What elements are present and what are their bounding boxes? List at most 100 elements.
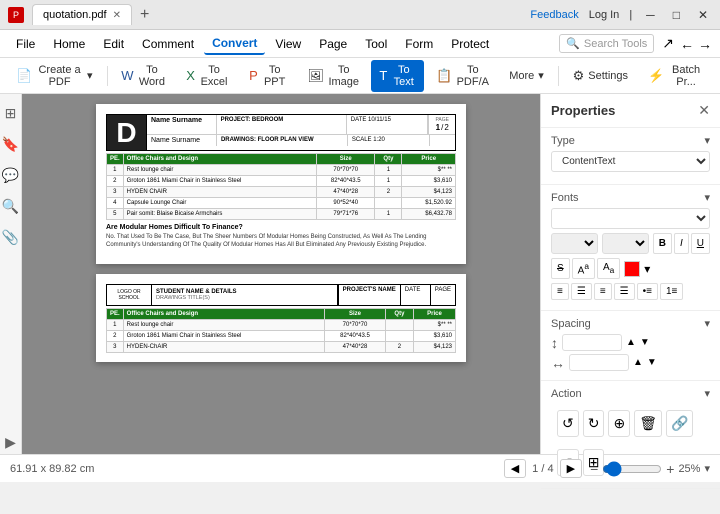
to-text-label: To Text: [391, 64, 416, 88]
line-spacing-row: ↕ ▲ ▼: [551, 334, 710, 351]
pdfa-icon: 📋: [436, 68, 452, 84]
menu-convert[interactable]: Convert: [204, 33, 265, 55]
char-spacing-down[interactable]: ▼: [647, 357, 657, 368]
color-row: ▾: [624, 258, 650, 279]
font-unit-select[interactable]: [602, 233, 649, 254]
type-section-header[interactable]: Type ▾: [551, 134, 710, 147]
align-center-button[interactable]: ☰: [571, 283, 592, 300]
search-tools[interactable]: 🔍 Search Tools: [559, 34, 654, 53]
row-price: $1,520.92: [402, 198, 456, 209]
type-select[interactable]: ContentText: [551, 151, 710, 172]
prev-page-button[interactable]: ◀: [504, 459, 526, 478]
to-text-button[interactable]: T To Text: [371, 60, 424, 92]
menu-protect[interactable]: Protect: [443, 34, 497, 54]
sidebar-attachment-icon[interactable]: 📎: [0, 226, 22, 249]
strikethrough-button[interactable]: S: [551, 258, 570, 279]
name2-cell: Name Surname: [147, 135, 217, 146]
back-icon[interactable]: ←: [680, 36, 694, 52]
table-row: 4 Capsule Lounge Chair 90*52*40 $1,520.9…: [107, 198, 456, 209]
to-pdfa-button[interactable]: 📋 To PDF/A: [428, 60, 497, 92]
list-number-button[interactable]: 1≡: [660, 283, 683, 300]
batch-process-button[interactable]: ⚡ Batch Pr...: [640, 60, 712, 92]
to-image-button[interactable]: 🖼 To Image: [300, 60, 368, 92]
sidebar-comment-icon[interactable]: 💬: [0, 164, 22, 187]
subscript-button[interactable]: Aa: [597, 258, 620, 279]
menu-page[interactable]: Page: [311, 34, 355, 54]
align-justify-button[interactable]: ☰: [614, 283, 635, 300]
menu-view[interactable]: View: [267, 34, 309, 54]
to-ppt-label: To PPT: [262, 64, 288, 88]
maximize-button[interactable]: □: [669, 8, 684, 22]
close-button[interactable]: ✕: [694, 8, 712, 22]
line-spacing-down[interactable]: ▼: [640, 337, 650, 348]
to-word-button[interactable]: W To Word: [113, 60, 174, 92]
zoom-slider[interactable]: [602, 461, 662, 477]
char-spacing-input[interactable]: [569, 354, 629, 371]
tab-close-button[interactable]: ✕: [113, 10, 121, 21]
document-tab[interactable]: quotation.pdf ✕: [32, 4, 132, 25]
menu-comment[interactable]: Comment: [134, 34, 202, 54]
char-spacing-up[interactable]: ▲: [633, 357, 643, 368]
sidebar-search-icon[interactable]: 🔍: [0, 195, 22, 218]
menu-file[interactable]: File: [8, 34, 43, 54]
login-link[interactable]: Log In: [589, 9, 620, 21]
row-price: $** **: [414, 319, 456, 330]
menu-form[interactable]: Form: [397, 34, 441, 54]
bold-button[interactable]: B: [653, 233, 672, 254]
action-undo-button[interactable]: ↺: [557, 410, 579, 437]
page2-table: PE. Office Chairs and Design Size Qty Pr…: [106, 308, 456, 353]
page-spacer: [430, 135, 455, 146]
to-ppt-button[interactable]: P To PPT: [241, 60, 295, 92]
left-sidebar: ⊞ 🔖 💬 🔍 📎 ▶: [0, 94, 22, 454]
underline-button[interactable]: U: [691, 233, 710, 254]
new-tab-button[interactable]: +: [140, 6, 149, 24]
forward-icon[interactable]: →: [698, 36, 712, 52]
italic-button[interactable]: I: [674, 233, 689, 254]
page-2: LOGO OR SCHOOL STUDENT NAME & DETAILS DR…: [96, 274, 466, 362]
align-right-button[interactable]: ≡: [594, 283, 612, 300]
menu-edit[interactable]: Edit: [95, 34, 132, 54]
to-word-label: To Word: [138, 64, 167, 88]
zoom-dropdown-icon[interactable]: ▾: [704, 462, 710, 475]
action-link-button[interactable]: 🔗: [666, 410, 693, 437]
to-excel-button[interactable]: X To Excel: [178, 60, 237, 92]
col-name-header: Office Chairs and Design: [123, 154, 316, 165]
zoom-minus-button[interactable]: −: [590, 461, 598, 477]
row-qty: [375, 198, 402, 209]
create-pdf-button[interactable]: 📄 Create a PDF ▾: [8, 60, 101, 92]
page2-date-label: DATE: [405, 287, 426, 293]
action-section-header[interactable]: Action ▾: [551, 387, 710, 400]
convert-toolbar: 📄 Create a PDF ▾ W To Word X To Excel P …: [0, 58, 720, 94]
panel-close-button[interactable]: ✕: [698, 102, 710, 119]
feedback-link[interactable]: Feedback: [530, 9, 578, 21]
spacing-section-header[interactable]: Spacing ▾: [551, 317, 710, 330]
action-delete-button[interactable]: 🗑: [634, 410, 662, 437]
action-copy-button[interactable]: ⊕: [608, 410, 630, 437]
next-page-button[interactable]: ▶: [560, 459, 582, 478]
minimize-button[interactable]: ─: [642, 8, 659, 22]
menu-home[interactable]: Home: [45, 34, 93, 54]
list-bullet-button[interactable]: •≡: [637, 283, 658, 300]
fonts-section: Fonts ▾ B I U: [541, 185, 720, 311]
row-name: Groton 1861 Miami Chair in Stainless Ste…: [123, 330, 324, 341]
align-left-button[interactable]: ≡: [551, 283, 569, 300]
font-color-swatch[interactable]: [624, 261, 640, 277]
line-spacing-input[interactable]: [562, 334, 622, 351]
menu-tool[interactable]: Tool: [357, 34, 395, 54]
font-size-select[interactable]: [551, 233, 598, 254]
sidebar-bookmark-icon[interactable]: 🔖: [0, 133, 22, 156]
settings-button[interactable]: ⚙ Settings: [565, 64, 636, 88]
zoom-value-display: 25%: [678, 463, 700, 475]
document-area[interactable]: D Name Surname PROJECT: BEDROOM DATE 10/…: [22, 94, 540, 454]
superscript-button[interactable]: Aa: [572, 258, 595, 279]
sidebar-thumbnail-icon[interactable]: ⊞: [2, 102, 20, 125]
action-redo-button[interactable]: ↻: [583, 410, 605, 437]
more-button[interactable]: More ▾: [501, 65, 552, 86]
font-family-select[interactable]: [551, 208, 710, 229]
line-spacing-up[interactable]: ▲: [626, 337, 636, 348]
fonts-section-header[interactable]: Fonts ▾: [551, 191, 710, 204]
zoom-plus-button[interactable]: +: [666, 461, 674, 477]
p2-col-name-header: Office Chairs and Design: [123, 308, 324, 319]
external-link-icon[interactable]: ↗: [662, 35, 674, 52]
sidebar-expand-icon[interactable]: ▶: [2, 431, 19, 454]
